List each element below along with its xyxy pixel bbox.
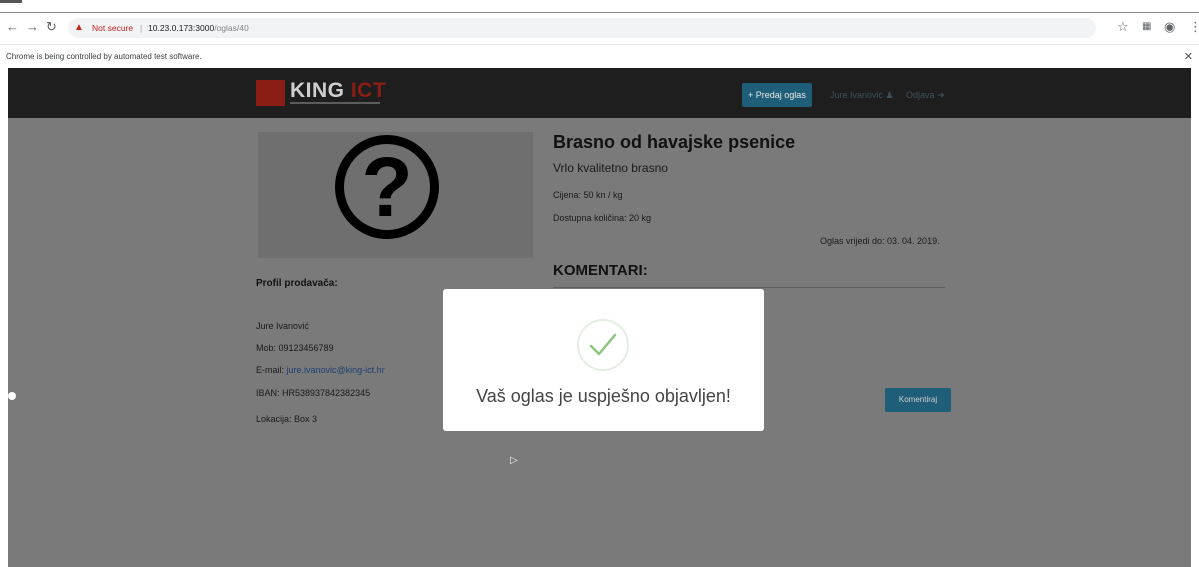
product-title: Brasno od havajske psenice: [553, 132, 796, 152]
product-image: ?: [258, 132, 533, 258]
comments-divider: [553, 287, 945, 288]
question-mark-icon: ?: [335, 135, 439, 239]
tab-indicator: [0, 0, 22, 3]
comment-button[interactable]: Komentiraj: [885, 388, 951, 412]
seller-phone: Mob: 09123456789: [256, 343, 334, 353]
nav-user-name: Jure Ivanović: [830, 90, 884, 100]
forward-arrow-icon[interactable]: →: [26, 19, 39, 34]
site-navbar: KING ICT + Predaj oglas Jure Ivanović ♟ …: [8, 68, 1191, 118]
logo-tagline: [290, 102, 380, 104]
seller-email-label: E-mail:: [256, 365, 287, 375]
close-icon[interactable]: ✕: [1184, 45, 1193, 69]
seller-email-link[interactable]: jure.ivanovic@king-ict.hr: [287, 365, 385, 375]
infobar-message: Chrome is being controlled by automated …: [6, 52, 202, 61]
user-icon: ♟: [885, 90, 894, 100]
url-separator: |: [140, 23, 143, 33]
url-path: /oglas/40: [214, 23, 249, 33]
seller-location: Lokacija: Box 3: [256, 414, 318, 424]
not-secure-label[interactable]: Not secure: [92, 18, 133, 38]
checkmark-glyph: [589, 333, 617, 356]
product-description: Vrlo kvalitetno brasno: [553, 161, 668, 175]
logout-label: Odjava: [906, 90, 935, 100]
extension-icon[interactable]: ▦: [1142, 21, 1151, 32]
address-bar[interactable]: ▲ Not secure | 10.23.0.173:3000/oglas/40: [68, 18, 1096, 38]
plus-icon: +: [748, 90, 754, 100]
menu-kebab-icon[interactable]: ⋮: [1189, 19, 1199, 35]
seller-iban: IBAN: HR538937842382345: [256, 388, 371, 398]
comments-heading: KOMENTARI:: [553, 262, 648, 279]
seller-name: Jure Ivanović: [256, 321, 310, 331]
seller-profile-heading: Profil prodavača:: [256, 278, 338, 289]
logo-text: KING ICT: [290, 79, 386, 103]
reload-icon[interactable]: ↻: [46, 19, 57, 35]
logo-king: KING: [290, 79, 345, 102]
post-ad-label: Predaj oglas: [755, 90, 806, 100]
product-price: Cijena: 50 kn / kg: [553, 190, 623, 200]
edge-dot: [8, 392, 16, 400]
logo-mark: [256, 80, 285, 106]
profile-icon[interactable]: ◉: [1164, 19, 1175, 35]
logo-ict: ICT: [350, 79, 387, 102]
logout-link[interactable]: Odjava ➜: [906, 83, 945, 107]
bookmark-star-icon[interactable]: ☆: [1117, 19, 1129, 35]
success-modal[interactable]: Vaš oglas je uspješno objavljen!: [443, 289, 764, 431]
ad-valid-until: Oglas vrijedi do: 03. 04. 2019.: [820, 236, 940, 246]
browser-tab-strip: [0, 0, 1199, 13]
seller-email-row: E-mail: jure.ivanovic@king-ict.hr: [256, 365, 385, 375]
warning-icon: ▲: [74, 22, 84, 33]
mouse-cursor-icon: ▷: [510, 455, 518, 466]
back-arrow-icon[interactable]: ←: [6, 19, 19, 34]
url-text[interactable]: 10.23.0.173:3000/oglas/40: [148, 18, 249, 38]
automation-infobar: Chrome is being controlled by automated …: [0, 44, 1199, 69]
checkmark-icon: [577, 319, 629, 371]
nav-user-link[interactable]: Jure Ivanović ♟: [830, 83, 894, 107]
url-host: 10.23.0.173:3000: [148, 23, 215, 33]
sign-out-icon: ➜: [937, 90, 945, 100]
post-ad-button[interactable]: + Predaj oglas: [742, 83, 812, 107]
success-message: Vaš oglas je uspješno objavljen!: [476, 386, 731, 406]
product-quantity: Dostupna količina: 20 kg: [553, 213, 652, 223]
browser-toolbar: ← → ↻ ▲ Not secure | 10.23.0.173:3000/og…: [0, 13, 1199, 43]
